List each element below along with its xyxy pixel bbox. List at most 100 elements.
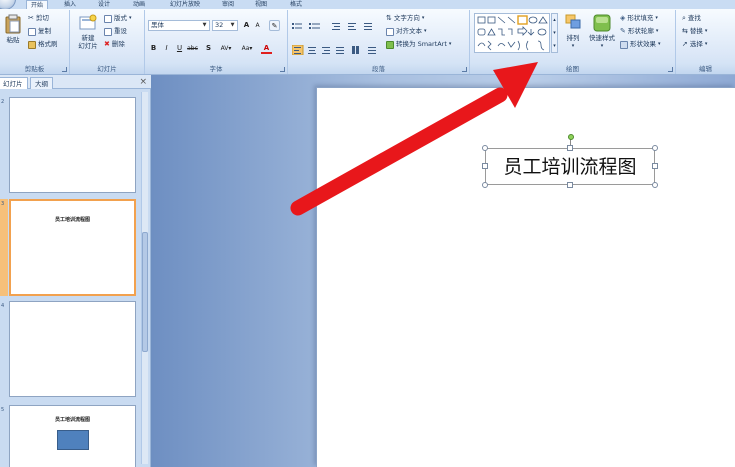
tab-outline[interactable]: 大纲 bbox=[30, 77, 53, 89]
resize-handle-bottom-right[interactable] bbox=[652, 182, 658, 188]
reset-button[interactable]: 重设 bbox=[104, 26, 127, 37]
shrink-font-icon[interactable]: A bbox=[252, 20, 263, 31]
shape-effects-icon bbox=[620, 40, 628, 49]
cut-button[interactable]: ✂ 剪切 bbox=[28, 13, 49, 24]
drawing-launcher-icon[interactable] bbox=[668, 67, 673, 72]
shape-outline-button[interactable]: ✎ 形状轮廓 ▾ bbox=[620, 26, 658, 37]
shape-effects-button[interactable]: 形状效果 ▾ bbox=[620, 39, 661, 50]
delete-slide-button[interactable]: ✖ 删除 bbox=[104, 39, 125, 50]
close-icon[interactable]: × bbox=[139, 76, 147, 88]
slide-canvas[interactable]: 员工培训流程图 bbox=[316, 87, 735, 467]
copy-label: 复制 bbox=[38, 27, 51, 35]
slide-number: 3 bbox=[1, 201, 5, 207]
list-buttons-icon[interactable] bbox=[292, 22, 382, 32]
resize-handle-right[interactable] bbox=[652, 163, 658, 169]
paste-button[interactable]: 粘贴 bbox=[2, 14, 24, 44]
strikethrough-icon[interactable]: abc bbox=[187, 43, 198, 54]
bold-icon[interactable]: B bbox=[148, 43, 159, 54]
change-case-icon[interactable]: Aa▾ bbox=[239, 43, 255, 54]
layout-label: 版式 bbox=[114, 14, 127, 22]
quick-styles-button[interactable]: 快速样式 ▾ bbox=[586, 14, 618, 50]
rotate-handle[interactable] bbox=[568, 134, 574, 140]
select-label: 选择 bbox=[689, 40, 703, 48]
italic-icon[interactable]: I bbox=[161, 43, 172, 54]
shape-effects-label: 形状效果 bbox=[630, 40, 656, 48]
tab-slides[interactable]: 幻灯片 bbox=[0, 77, 28, 89]
tab-view[interactable]: 视图 bbox=[255, 0, 267, 9]
gallery-scroll[interactable]: ▴ ▾ ▾ bbox=[551, 13, 558, 53]
align-text-button[interactable]: 对齐文本 ▾ bbox=[386, 26, 427, 37]
slide-thumbnail-5[interactable]: 员工培训流程图 bbox=[9, 405, 136, 467]
paste-label: 粘贴 bbox=[6, 36, 20, 44]
slide-number: 5 bbox=[1, 407, 5, 413]
tab-home[interactable]: 开始 bbox=[26, 0, 49, 9]
resize-handle-top-right[interactable] bbox=[652, 145, 658, 151]
thumbnail-title: 员工培训流程图 bbox=[54, 217, 90, 223]
panel-scrollbar[interactable] bbox=[141, 92, 148, 464]
delete-icon: ✖ bbox=[104, 40, 110, 48]
group-label-editing: 编辑 bbox=[676, 64, 735, 74]
arrange-button[interactable]: 排列 ▾ bbox=[562, 14, 584, 50]
slide-thumbnail-3[interactable]: 员工培训流程图 bbox=[9, 199, 136, 296]
resize-handle-bottom[interactable] bbox=[567, 182, 573, 188]
font-launcher-icon[interactable] bbox=[280, 67, 285, 72]
align-text-label: 对齐文本 bbox=[396, 27, 422, 35]
resize-handle-top-left[interactable] bbox=[482, 145, 488, 151]
thumbnail-title: 员工培训流程图 bbox=[54, 417, 90, 423]
resize-handle-bottom-left[interactable] bbox=[482, 182, 488, 188]
format-painter-button[interactable]: 格式刷 bbox=[28, 39, 58, 50]
slide-thumbnail-panel: 幻灯片 大纲 × 2 3 员工培训流程图 4 5 员工培训流程图 bbox=[0, 75, 151, 467]
convert-smartart-label: 转换为 SmartArt bbox=[396, 40, 447, 48]
shape-fill-label: 形状填充 bbox=[627, 14, 654, 22]
copy-icon bbox=[28, 27, 36, 36]
select-button[interactable]: ➚ 选择 ▾ bbox=[682, 39, 707, 50]
arrange-label: 排列 bbox=[566, 34, 580, 42]
tab-animation[interactable]: 动画 bbox=[133, 0, 145, 9]
resize-handle-top[interactable] bbox=[567, 145, 573, 151]
underline-icon[interactable]: U bbox=[174, 43, 185, 54]
resize-handle-left[interactable] bbox=[482, 163, 488, 169]
copy-button[interactable]: 复制 bbox=[28, 26, 51, 37]
shapes-gallery[interactable] bbox=[474, 13, 550, 53]
shape-fill-button[interactable]: ◈ 形状填充 ▾ bbox=[620, 13, 658, 24]
grow-font-icon[interactable]: A bbox=[241, 20, 252, 31]
scissors-icon: ✂ bbox=[28, 14, 34, 22]
text-direction-button[interactable]: ⇅ 文字方向 ▾ bbox=[386, 13, 424, 24]
font-name-combo[interactable]: 黑体 ▼ bbox=[148, 20, 210, 31]
quick-styles-icon bbox=[593, 14, 611, 32]
find-button[interactable]: ⌕ 查找 bbox=[682, 13, 701, 24]
replace-button[interactable]: ⇆ 替换 ▾ bbox=[682, 26, 707, 37]
clear-format-icon[interactable]: ✎ bbox=[269, 20, 280, 31]
clipboard-launcher-icon[interactable] bbox=[62, 67, 67, 72]
reset-icon bbox=[104, 27, 112, 36]
group-paragraph: ⇅ 文字方向 ▾ 对齐文本 ▾ 转换为 SmartArt ▾ 段落 bbox=[288, 10, 470, 74]
thumbnail-shape bbox=[57, 430, 89, 450]
tab-design[interactable]: 设计 bbox=[98, 0, 110, 9]
group-label-paragraph: 段落 bbox=[288, 64, 469, 74]
selection-marker bbox=[0, 199, 8, 296]
tab-review[interactable]: 审阅 bbox=[222, 0, 234, 9]
new-slide-label-1: 新建 bbox=[81, 34, 95, 42]
alignment-buttons-icon[interactable] bbox=[292, 45, 382, 55]
group-label-clipboard: 剪贴板 bbox=[0, 64, 69, 74]
new-slide-button[interactable]: 新建 幻灯片 bbox=[74, 14, 102, 50]
tab-insert[interactable]: 插入 bbox=[64, 0, 76, 9]
font-size-combo[interactable]: 32 ▼ bbox=[212, 20, 238, 31]
title-text-box[interactable]: 员工培训流程图 bbox=[485, 148, 655, 185]
layout-button[interactable]: 版式 ▾ bbox=[104, 13, 132, 24]
shadow-icon[interactable]: S bbox=[203, 43, 214, 54]
font-color-icon[interactable]: A bbox=[261, 43, 272, 54]
group-slides: 新建 幻灯片 版式 ▾ 重设 ✖ 删除 幻灯片 bbox=[70, 10, 145, 74]
slide-number: 2 bbox=[1, 99, 5, 105]
char-spacing-icon[interactable]: AV▾ bbox=[217, 43, 235, 54]
convert-smartart-button[interactable]: 转换为 SmartArt ▾ bbox=[386, 39, 451, 50]
cut-label: 剪切 bbox=[35, 14, 49, 22]
slide-thumbnail-2[interactable] bbox=[9, 97, 136, 193]
slide-thumbnail-4[interactable] bbox=[9, 301, 136, 397]
tab-slideshow[interactable]: 幻灯片放映 bbox=[170, 0, 200, 9]
panel-scrollbar-thumb[interactable] bbox=[142, 232, 148, 352]
group-label-drawing: 绘图 bbox=[470, 64, 675, 74]
slide-title[interactable]: 员工培训流程图 bbox=[486, 149, 654, 184]
tab-format[interactable]: 格式 bbox=[290, 0, 302, 9]
paragraph-launcher-icon[interactable] bbox=[462, 67, 467, 72]
